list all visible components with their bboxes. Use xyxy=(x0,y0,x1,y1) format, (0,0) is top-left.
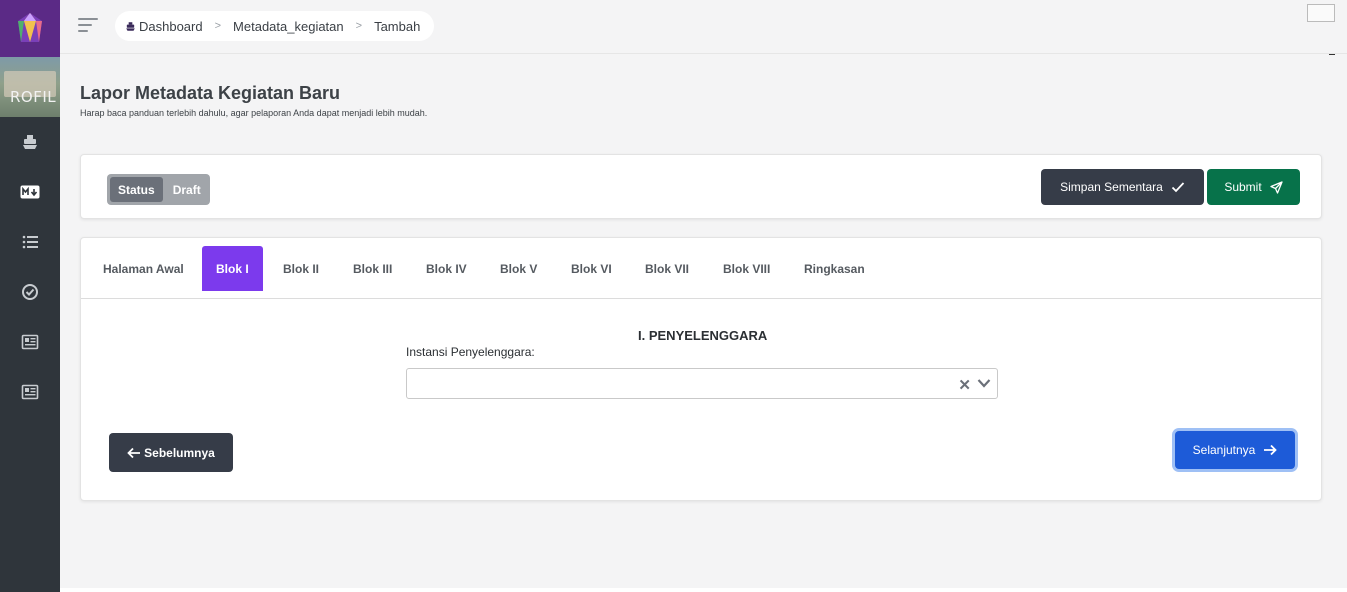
tab-blok-5[interactable]: Blok V xyxy=(486,246,551,291)
status-card: Status Draft Simpan Sementara Submit xyxy=(80,154,1322,219)
next-button[interactable]: Selanjutnya xyxy=(1175,431,1295,469)
breadcrumb-item-metadata[interactable]: Metadata_kegiatan xyxy=(233,19,344,34)
ship-icon[interactable] xyxy=(19,131,41,153)
form-card: Halaman Awal Blok I Blok II Blok III Blo… xyxy=(80,237,1322,501)
tab-halaman-awal[interactable]: Halaman Awal xyxy=(89,246,198,291)
tab-bar: Halaman Awal Blok I Blok II Blok III Blo… xyxy=(81,238,1321,299)
instansi-label: Instansi Penyelenggara: xyxy=(406,345,535,359)
arrow-left-icon xyxy=(127,447,141,458)
ship-icon xyxy=(125,21,136,32)
markdown-icon[interactable] xyxy=(19,181,41,203)
tab-blok-2[interactable]: Blok II xyxy=(269,246,333,291)
chevron-down-icon[interactable] xyxy=(977,376,991,395)
arrow-right-icon xyxy=(1264,444,1278,456)
tab-ringkasan[interactable]: Ringkasan xyxy=(790,246,879,291)
tab-blok-4[interactable]: Blok IV xyxy=(412,246,481,291)
section-title: I. PENYELENGGARA xyxy=(638,328,768,343)
newspaper-icon[interactable] xyxy=(19,331,41,353)
instansi-select[interactable]: ✕ xyxy=(406,368,998,399)
status-badge: Status Draft xyxy=(107,174,210,205)
status-label: Status xyxy=(110,177,163,202)
previous-button[interactable]: Sebelumnya xyxy=(109,433,233,472)
menu-toggle-icon[interactable] xyxy=(78,18,98,32)
chevron-right-icon: > xyxy=(214,20,222,32)
tab-blok-7[interactable]: Blok VII xyxy=(631,246,703,291)
profile-banner[interactable]: ROFIL xyxy=(0,57,60,117)
app-logo[interactable] xyxy=(0,0,60,57)
page-subtitle: Harap baca panduan terlebih dahulu, agar… xyxy=(80,108,428,118)
gem-logo-icon xyxy=(18,12,42,42)
chevron-right-icon: > xyxy=(355,20,363,32)
list-icon[interactable] xyxy=(19,231,41,253)
save-draft-button[interactable]: Simpan Sementara xyxy=(1041,169,1204,205)
sidebar: ROFIL xyxy=(0,0,60,592)
check-icon xyxy=(1171,182,1185,193)
newspaper-icon[interactable] xyxy=(19,381,41,403)
previous-label: Sebelumnya xyxy=(144,445,215,460)
breadcrumb-item-dashboard[interactable]: Dashboard xyxy=(139,19,203,34)
tab-blok-3[interactable]: Blok III xyxy=(339,246,406,291)
bottom-edge xyxy=(60,588,1347,592)
profile-banner-text: ROFIL xyxy=(10,88,57,106)
top-bar: Dashboard > Metadata_kegiatan > Tambah xyxy=(60,0,1347,54)
submit-label: Submit xyxy=(1224,180,1262,194)
clear-icon[interactable]: ✕ xyxy=(958,376,971,394)
status-value: Draft xyxy=(172,182,201,197)
tab-blok-6[interactable]: Blok VI xyxy=(557,246,626,291)
divider xyxy=(1329,54,1335,55)
save-draft-label: Simpan Sementara xyxy=(1060,180,1163,194)
submit-button[interactable]: Submit xyxy=(1207,169,1300,205)
tab-blok-8[interactable]: Blok VIII xyxy=(709,246,784,291)
breadcrumb-item-current: Tambah xyxy=(374,18,421,34)
page-title: Lapor Metadata Kegiatan Baru xyxy=(80,83,341,103)
tab-blok-1[interactable]: Blok I xyxy=(202,246,263,291)
send-icon xyxy=(1270,180,1283,194)
check-circle-icon[interactable] xyxy=(19,281,41,303)
next-label: Selanjutnya xyxy=(1192,443,1256,457)
breadcrumb: Dashboard > Metadata_kegiatan > Tambah xyxy=(115,11,435,41)
avatar[interactable] xyxy=(1307,4,1335,22)
